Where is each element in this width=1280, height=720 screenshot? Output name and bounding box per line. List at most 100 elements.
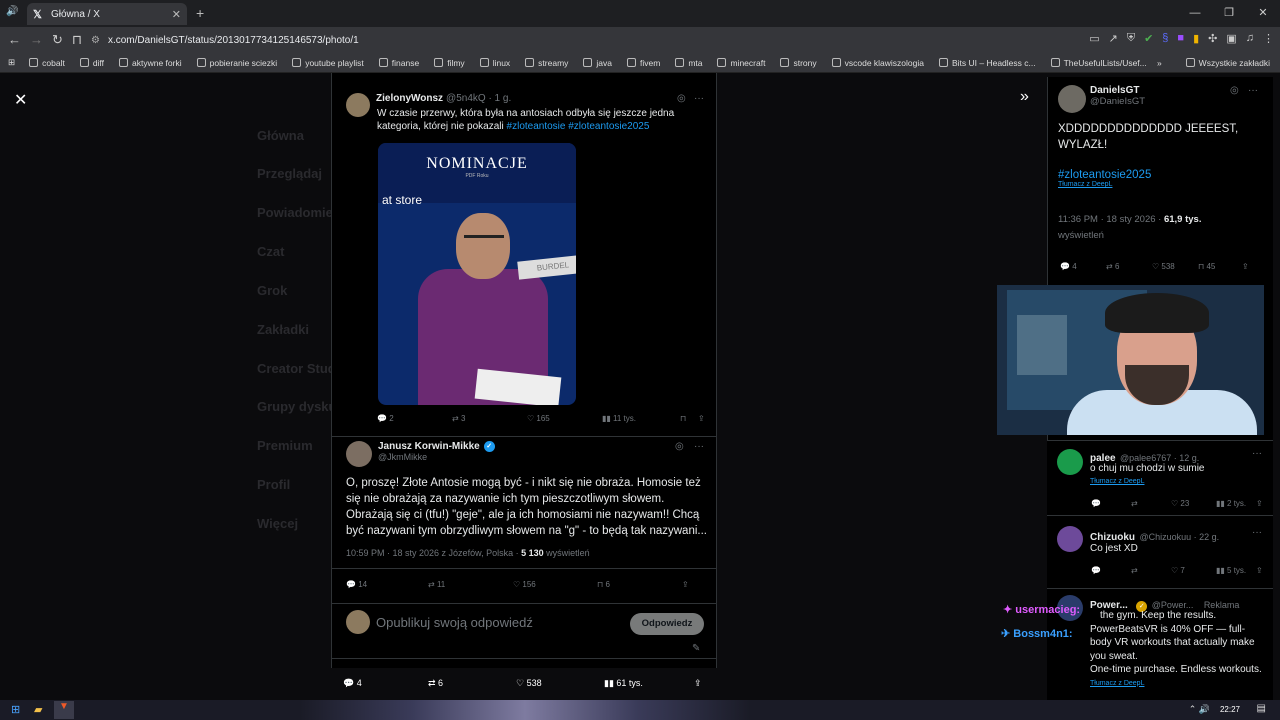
minimize-icon[interactable]: — <box>1178 0 1212 26</box>
reply-button[interactable]: 💬 2 <box>377 414 452 423</box>
media-icon[interactable]: ♫ <box>1246 32 1254 45</box>
bookmark-folder[interactable]: filmy <box>434 58 465 68</box>
repost-button[interactable]: ⇄ <box>1131 566 1171 575</box>
bookmark-folder[interactable]: minecraft <box>717 58 765 68</box>
sidebar-icon[interactable]: ▣ <box>1226 32 1236 45</box>
share-icon[interactable]: ⇪ <box>1242 262 1249 271</box>
start-icon[interactable]: ⊞ <box>11 703 20 716</box>
translate-link[interactable]: Tłumacz z DeepL <box>1090 478 1144 485</box>
avatar[interactable] <box>1057 526 1083 552</box>
compose-icon[interactable]: ✎ <box>692 643 700 654</box>
bookmark-tweet-icon[interactable]: ⊓ <box>680 414 698 423</box>
bookmark-folder[interactable]: streamy <box>525 58 568 68</box>
share-tweet-icon[interactable]: ⇪ <box>698 414 705 423</box>
close-window-icon[interactable]: ✕ <box>1246 0 1280 26</box>
repost-button[interactable]: ⇄ 6 <box>1106 262 1152 271</box>
more-options-icon[interactable]: ··· <box>694 93 704 104</box>
apps-icon[interactable]: ⊞ <box>8 57 15 68</box>
bookmark-item[interactable]: diff <box>79 58 104 68</box>
more-options-icon[interactable]: ··· <box>1252 448 1262 459</box>
more-options-icon[interactable]: ··· <box>1248 85 1258 96</box>
explorer-icon[interactable]: ▰ <box>34 703 42 716</box>
comment-item[interactable]: palee @palee6767 · 12 g. ··· o chuj mu c… <box>1047 440 1273 515</box>
reply-button[interactable]: 💬 <box>1091 499 1131 508</box>
bookmark-item[interactable]: vscode klawiszologia <box>831 58 924 68</box>
post-hashtag[interactable]: #zloteantosie2025 <box>1058 169 1151 181</box>
reply-submit-button[interactable]: Odpowiedz <box>630 613 704 635</box>
bookmark-item[interactable]: cobalt <box>29 58 65 68</box>
shield-icon[interactable]: ⛨ <box>1127 32 1135 45</box>
more-options-icon[interactable]: ··· <box>694 441 704 452</box>
bookmark-button[interactable]: ⊓ 6 <box>597 580 682 589</box>
bookmark-folder[interactable]: java <box>583 58 612 68</box>
more-bookmarks-icon[interactable]: » <box>1157 58 1162 68</box>
like-button[interactable]: ♡ 7 <box>1171 566 1216 575</box>
like-button[interactable]: ♡ 156 <box>513 580 597 589</box>
views-stat[interactable]: ▮▮ 5 tys. <box>1216 566 1256 575</box>
comment-item[interactable]: Chizuoku @Chizuokuu · 22 g. ··· Co jest … <box>1047 515 1273 590</box>
share-icon[interactable]: ⇪ <box>1256 499 1263 508</box>
ad-item[interactable]: Power... ✓ @Power... Reklama the gym. Ke… <box>1047 588 1273 700</box>
like-button[interactable]: ♡ 23 <box>1171 499 1216 508</box>
all-bookmarks[interactable]: Wszystkie zakładki <box>1199 58 1270 68</box>
bookmark-folder[interactable]: linux <box>479 58 510 68</box>
menu-icon[interactable]: ⋮ <box>1263 32 1274 45</box>
share-tweet-icon[interactable]: ⇪ <box>682 580 689 589</box>
grok-icon[interactable]: ◎ <box>677 93 686 104</box>
reply-button[interactable]: 💬 4 <box>343 678 428 689</box>
back-icon[interactable]: ← <box>8 32 21 48</box>
new-tab-button[interactable]: + <box>196 5 204 21</box>
comment-author[interactable]: Chizuoku <box>1090 532 1135 543</box>
translate-link[interactable]: Tłumacz z DeepL <box>1090 677 1265 691</box>
bookmark-folder[interactable]: strony <box>780 58 817 68</box>
collapse-panel-icon[interactable]: » <box>1020 88 1029 106</box>
views-stat[interactable]: ▮▮ 2 tys. <box>1216 499 1256 508</box>
bookmark-item[interactable]: youtube playlist <box>292 58 364 68</box>
brave-icon[interactable]: ▼ <box>54 701 74 719</box>
repost-button[interactable]: ⇄ 3 <box>452 414 527 423</box>
reply-button[interactable]: 💬 4 <box>1060 262 1106 271</box>
maximize-icon[interactable]: ❐ <box>1212 0 1246 26</box>
avatar[interactable] <box>1057 449 1083 475</box>
tweet2-author[interactable]: Janusz Korwin-Mikke ✓ <box>378 441 495 452</box>
browser-tab[interactable]: 𝕏 Główna / X ✕ <box>27 3 187 25</box>
extension-icon[interactable]: ■ <box>1177 32 1184 45</box>
views-stat[interactable]: ▮▮ 61 tys. <box>604 678 694 689</box>
tray-icons[interactable]: ⌃ 🔊 <box>1189 704 1210 715</box>
post-author-name[interactable]: DanielsGT <box>1090 85 1145 96</box>
puzzle-icon[interactable]: ✣ <box>1208 32 1217 45</box>
like-button[interactable]: ♡ 538 <box>516 678 604 689</box>
translate-link[interactable]: Tłumacz z DeepL <box>1058 181 1151 188</box>
bookmark-item[interactable]: TheUsefulLists/Usef... <box>1050 58 1147 68</box>
share-icon[interactable]: ⇪ <box>694 678 702 689</box>
like-button[interactable]: ♡ 538 <box>1152 262 1198 271</box>
cast-icon[interactable]: ▭ <box>1089 32 1099 45</box>
views-stat[interactable]: ▮▮ 11 tys. <box>602 414 680 423</box>
avatar[interactable] <box>1058 85 1086 113</box>
bookmark-item[interactable]: Bits UI – Headless c... <box>938 58 1036 68</box>
more-options-icon[interactable]: ··· <box>1252 527 1262 538</box>
check-extension-icon[interactable]: ✔ <box>1144 32 1153 45</box>
url-field[interactable]: ⚙ x.com/DanielsGT/status/201301773412514… <box>91 30 991 50</box>
extension-icon[interactable]: § <box>1162 32 1168 45</box>
bookmark-item[interactable]: aktywne forki <box>119 58 182 68</box>
bookmark-icon[interactable]: ⊓ <box>72 32 82 48</box>
bookmark-folder[interactable]: mta <box>675 58 702 68</box>
bookmark-folder[interactable]: finanse <box>378 58 419 68</box>
like-button[interactable]: ♡ 165 <box>527 414 602 423</box>
close-tab-icon[interactable]: ✕ <box>172 8 181 21</box>
reload-icon[interactable]: ↻ <box>52 32 63 48</box>
notification-icon[interactable]: ▤ <box>1257 703 1266 714</box>
extension-icon[interactable]: ▮ <box>1193 32 1199 45</box>
bookmark-button[interactable]: ⊓ 45 <box>1198 262 1242 271</box>
bookmark-item[interactable]: pobieranie sciezki <box>196 58 277 68</box>
forward-icon[interactable]: → <box>30 32 43 48</box>
grok-icon[interactable]: ◎ <box>1230 85 1239 96</box>
share-icon[interactable]: ↗ <box>1109 32 1118 45</box>
tweet1-media[interactable]: NOMINACJE PDF Roku at store BURDEL <box>378 143 576 405</box>
repost-button[interactable]: ⇄ <box>1131 499 1171 508</box>
avatar[interactable] <box>346 93 370 117</box>
tweet1-hashtags[interactable]: #zloteantosie #zloteantosie2025 <box>507 121 650 132</box>
repost-button[interactable]: ⇄ 6 <box>428 678 516 689</box>
reply-composer[interactable]: Opublikuj swoją odpowiedź <box>346 610 533 634</box>
